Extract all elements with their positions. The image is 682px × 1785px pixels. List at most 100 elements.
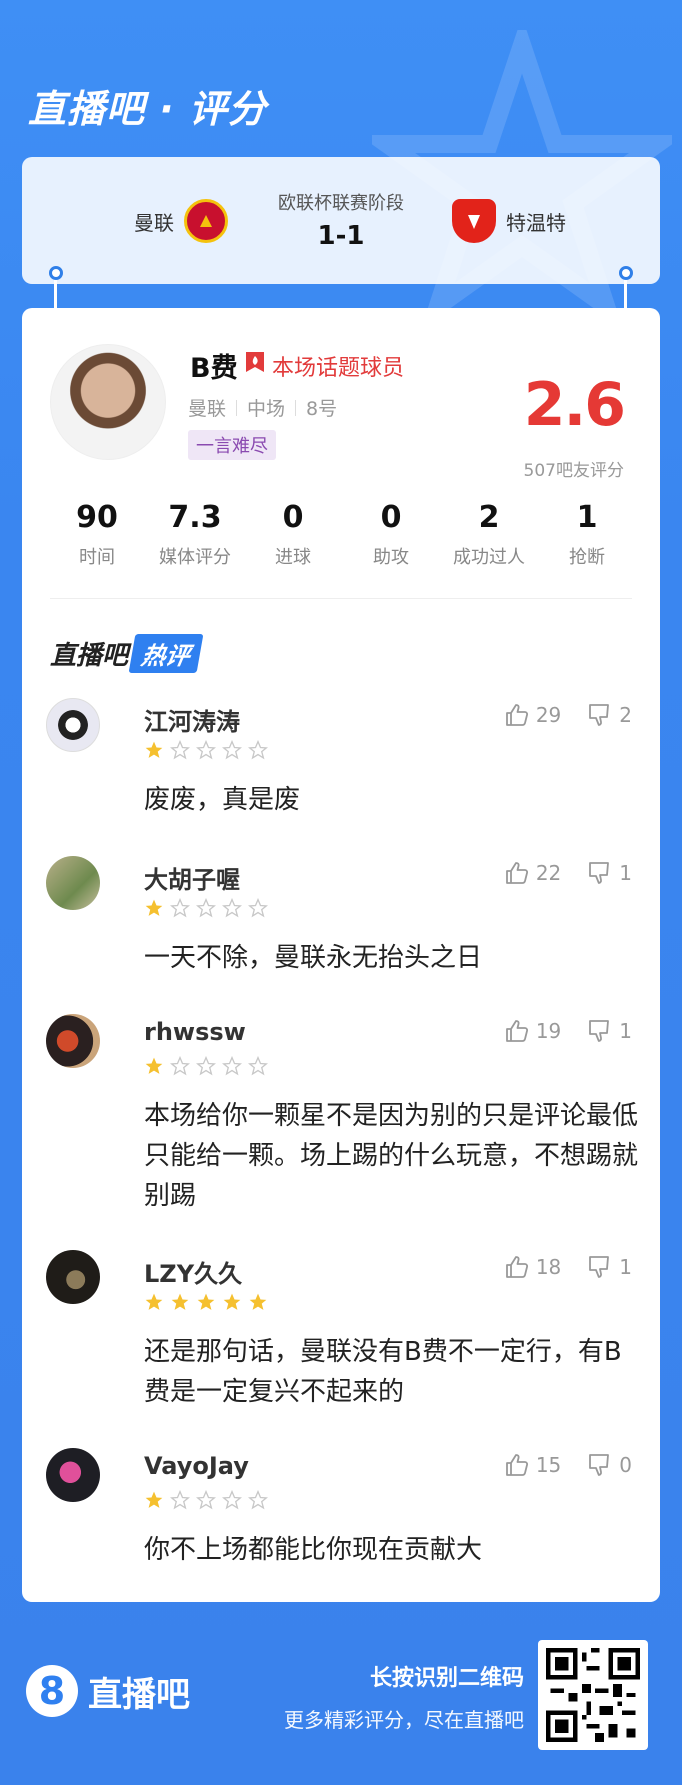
player-team: 曼联 (188, 398, 227, 420)
stat-value: 1 (576, 500, 598, 535)
like-button[interactable]: 22 (504, 860, 561, 886)
star-empty-icon (170, 898, 190, 918)
user-name[interactable]: 大胡子喔 (144, 860, 240, 895)
user-name[interactable]: rhwssw (144, 1018, 246, 1046)
star-empty-icon (222, 740, 242, 760)
user-avatar[interactable] (46, 1250, 100, 1304)
stat-value: 0 (282, 500, 304, 535)
thumbs-down-icon (589, 1454, 610, 1476)
dislike-count: 1 (619, 1255, 632, 1279)
fan-rating: 2.6 (523, 370, 626, 440)
stat-value: 0 (380, 500, 402, 535)
star-rating (144, 1056, 268, 1076)
hot-title-right: 热评 (128, 634, 204, 673)
stat-label: 进球 (275, 547, 311, 568)
like-count: 18 (535, 1255, 562, 1279)
dislike-button[interactable]: 1 (587, 860, 632, 886)
user-name[interactable]: LZY久久 (144, 1254, 242, 1289)
stat-assists: 0 助攻 (346, 500, 436, 569)
star-filled-icon (145, 1293, 163, 1310)
twente-crest-icon (452, 199, 496, 243)
star-empty-icon (170, 740, 190, 760)
player-avatar (50, 344, 166, 460)
star-empty-icon (170, 1056, 190, 1076)
star-empty-icon (196, 1490, 216, 1510)
zhibo8-logo-icon: 8 (26, 1665, 78, 1717)
star-rating (144, 740, 268, 760)
thumbs-up-icon (505, 862, 528, 884)
comment-item: 大胡子喔 22 1 一天不除，曼联永无抬头之日 (46, 856, 636, 986)
player-tag: 一言难尽 (188, 430, 276, 460)
section-divider (50, 598, 632, 599)
star-filled-icon (197, 1293, 215, 1310)
star-empty-icon (222, 1490, 242, 1510)
comment-actions: 19 1 (504, 1018, 632, 1044)
user-name[interactable]: 江河涛涛 (144, 702, 240, 737)
star-filled-icon (145, 1057, 163, 1074)
comment-actions: 22 1 (504, 860, 632, 886)
like-button[interactable]: 15 (504, 1452, 561, 1478)
hot-player-label: 本场话题球员 (272, 356, 405, 381)
dislike-button[interactable]: 1 (587, 1018, 632, 1044)
user-avatar[interactable] (46, 1014, 100, 1068)
qr-prompt: 长按识别二维码 (369, 1666, 524, 1691)
comment-text: 一天不除，曼联永无抬头之日 (144, 943, 483, 973)
comment-item: LZY久久 18 1 还是那句话，曼联没有B费不一定行，有B费是一定复兴不起来的 (46, 1250, 636, 1420)
comment-actions: 29 2 (504, 702, 632, 728)
star-empty-icon (248, 1490, 268, 1510)
away-team-name: 特温特 (506, 210, 566, 235)
like-count: 29 (535, 703, 562, 727)
dislike-button[interactable]: 1 (587, 1254, 632, 1280)
star-empty-icon (222, 898, 242, 918)
user-name[interactable]: VayoJay (144, 1452, 249, 1480)
stat-tackles: 1 抢断 (542, 500, 632, 569)
dislike-count: 1 (619, 1019, 632, 1043)
qr-code-icon (546, 1648, 640, 1742)
hot-player-badge-icon (246, 352, 264, 372)
like-button[interactable]: 29 (504, 702, 561, 728)
user-avatar[interactable] (46, 698, 100, 752)
connector-pin-left (49, 266, 63, 280)
hot-title-left: 直播吧 (50, 641, 129, 671)
stat-time: 90 时间 (52, 500, 142, 569)
thumbs-down-icon (589, 1256, 610, 1278)
star-filled-icon (145, 741, 163, 758)
qr-code[interactable] (538, 1640, 648, 1750)
star-empty-icon (170, 1490, 190, 1510)
like-button[interactable]: 18 (504, 1254, 561, 1280)
like-button[interactable]: 19 (504, 1018, 561, 1044)
star-empty-icon (248, 740, 268, 760)
dislike-count: 1 (619, 861, 632, 885)
dislike-button[interactable]: 0 (587, 1452, 632, 1478)
thumbs-down-icon (589, 704, 610, 726)
user-avatar[interactable] (46, 856, 100, 910)
thumbs-up-icon (505, 1256, 528, 1278)
star-rating (144, 898, 268, 918)
comment-text: 你不上场都能比你现在贡献大 (144, 1535, 483, 1565)
user-avatar[interactable] (46, 1448, 100, 1502)
star-empty-icon (248, 898, 268, 918)
comment-actions: 18 1 (504, 1254, 632, 1280)
like-count: 19 (535, 1019, 562, 1043)
stat-label: 时间 (79, 547, 115, 568)
star-empty-icon (248, 1056, 268, 1076)
dislike-count: 0 (619, 1453, 632, 1477)
star-filled-icon (249, 1293, 267, 1310)
player-rating-card: B费 本场话题球员 曼联 中场 8号 一言难尽 2.6 507吧友评分 90 时… (22, 308, 660, 1602)
connector-pin-right (619, 266, 633, 280)
stat-label: 媒体评分 (159, 547, 231, 568)
comment-item: VayoJay 15 0 你不上场都能比你现在贡献大 (46, 1448, 636, 1578)
stat-goals: 0 进球 (248, 500, 338, 569)
footer-cta: 长按识别二维码 更多精彩评分，尽在直播吧 (284, 1660, 524, 1733)
comment-text: 本场给你一颗星不是因为别的只是评论最低只能给一颗。场上踢的什么玩意，不想踢就别踢 (144, 1101, 639, 1211)
comment-actions: 15 0 (504, 1452, 632, 1478)
player-position: 中场 (247, 398, 286, 420)
thumbs-up-icon (505, 704, 528, 726)
stat-label: 助攻 (373, 547, 409, 568)
stat-value: 2 (478, 500, 500, 535)
thumbs-up-icon (505, 1454, 528, 1476)
comment-text: 还是那句话，曼联没有B费不一定行，有B费是一定复兴不起来的 (144, 1337, 622, 1407)
player-meta: 曼联 中场 8号 (188, 394, 337, 421)
dislike-button[interactable]: 2 (587, 702, 632, 728)
stat-value: 7.3 (168, 500, 222, 535)
